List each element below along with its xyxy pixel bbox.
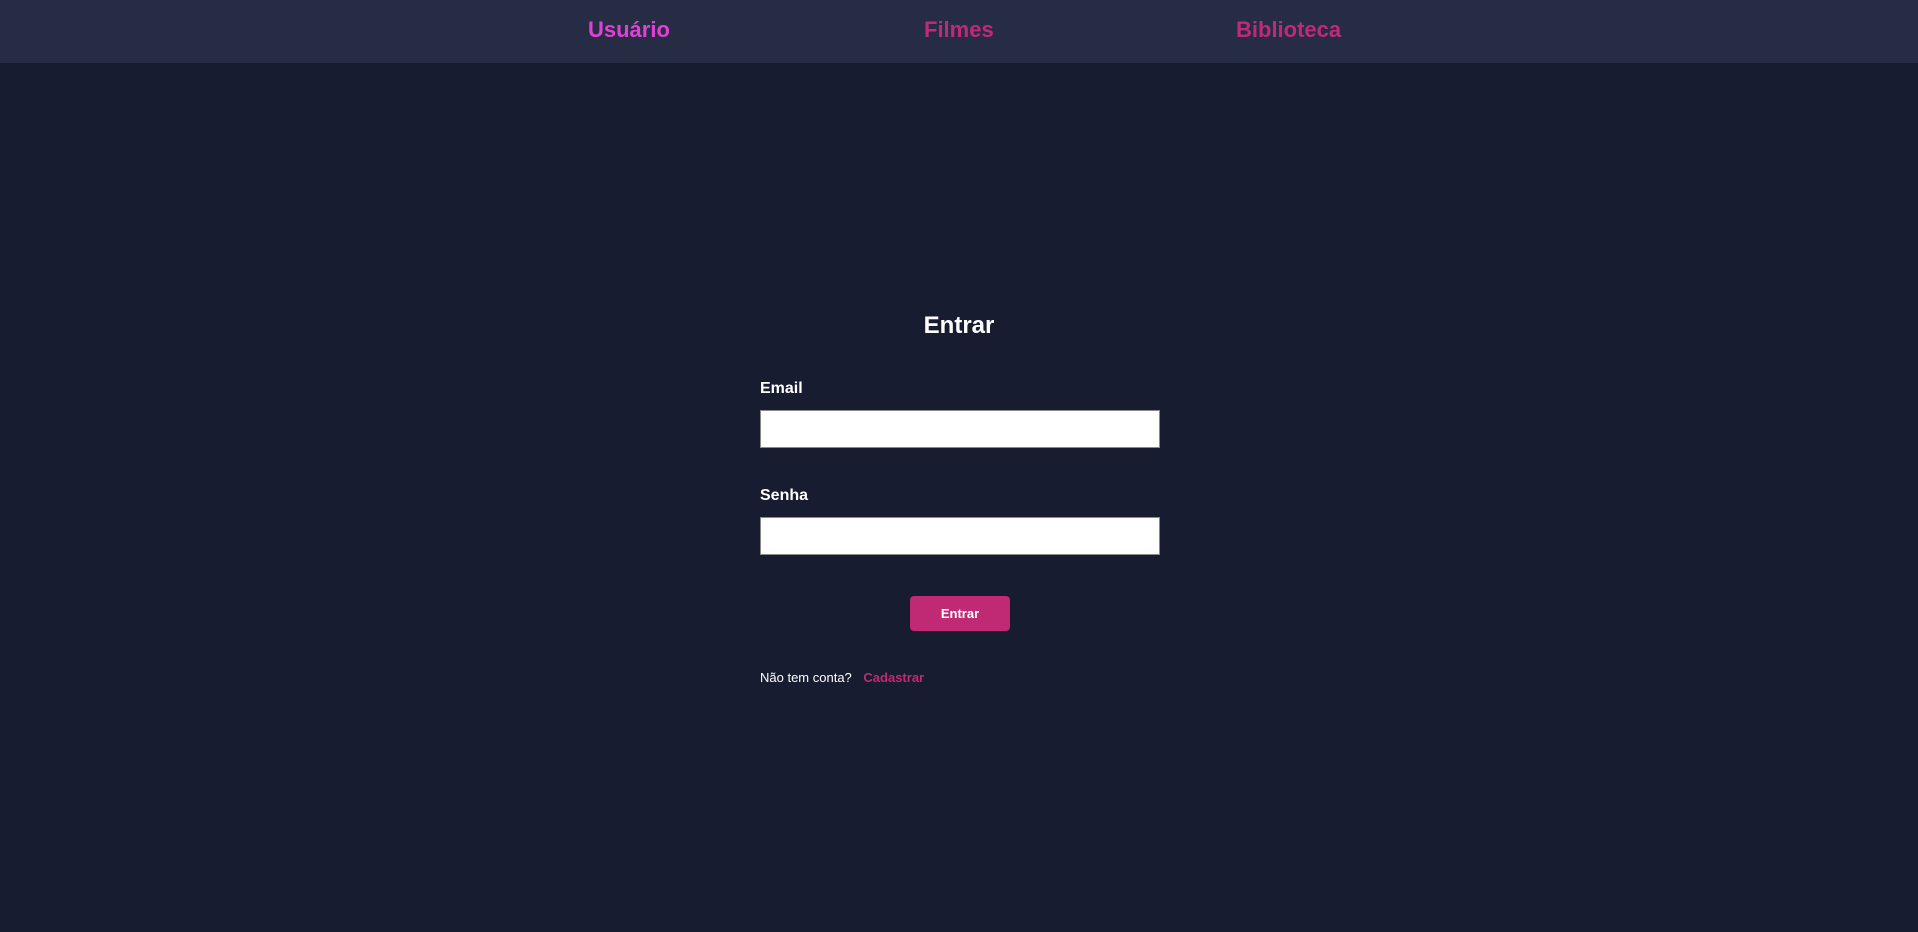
page-title: Entrar: [923, 312, 995, 339]
signup-row: Não tem conta? Cadastrar: [760, 670, 924, 685]
password-label: Senha: [760, 487, 809, 504]
signup-prompt: Não tem conta?: [760, 670, 852, 685]
top-navbar: Usuário Filmes Biblioteca: [0, 0, 1918, 63]
nav-link-biblioteca[interactable]: Biblioteca: [1236, 0, 1341, 63]
signup-link[interactable]: Cadastrar: [863, 670, 924, 685]
email-input[interactable]: [760, 410, 1160, 448]
password-input[interactable]: [760, 517, 1160, 555]
nav-link-usuario[interactable]: Usuário: [588, 0, 670, 63]
email-label: Email: [760, 380, 803, 397]
nav-link-filmes[interactable]: Filmes: [924, 0, 994, 63]
login-button[interactable]: Entrar: [910, 596, 1010, 631]
